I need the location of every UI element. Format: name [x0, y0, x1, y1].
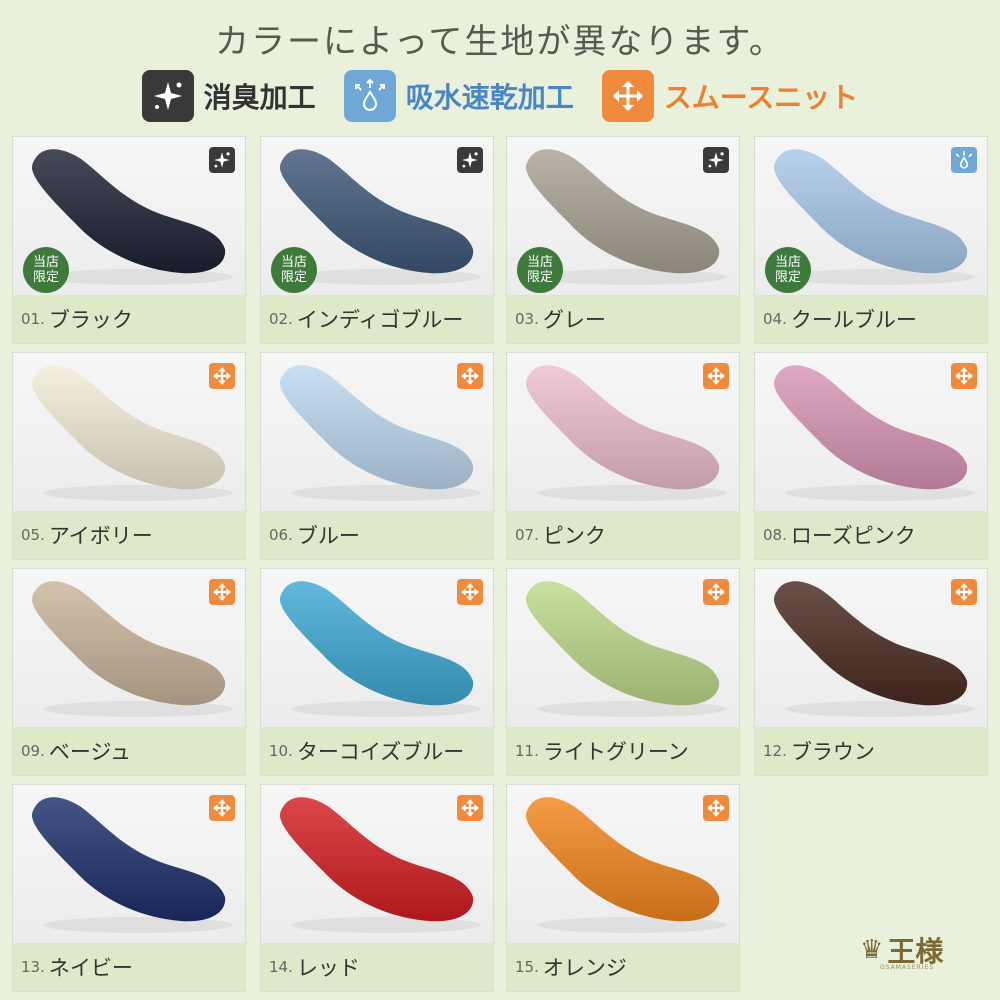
color-number: 10. [269, 742, 293, 760]
four-way-arrows-icon [209, 363, 235, 389]
sparkle-icon [703, 147, 729, 173]
color-card[interactable]: 08. ローズピンク [754, 352, 988, 560]
color-name: クールブルー [790, 308, 917, 332]
color-name: インディゴブルー [296, 308, 464, 332]
color-number: 05. [21, 526, 45, 544]
shop-exclusive-stamp: 当店 限定 [765, 247, 811, 293]
color-number: 04. [763, 310, 787, 328]
color-name: ピンク [542, 524, 606, 548]
color-name: グレー [542, 308, 606, 332]
four-way-arrows-icon [209, 795, 235, 821]
color-name: ブルー [296, 524, 360, 548]
color-name: ブラック [48, 308, 133, 332]
color-card[interactable]: 09. ベージュ [12, 568, 246, 776]
four-way-arrows-icon [703, 579, 729, 605]
four-way-arrows-icon [457, 795, 483, 821]
color-label: 14. レッド [261, 943, 493, 991]
water-drop-arrows-icon [951, 147, 977, 173]
color-label: 11. ライトグリーン [507, 727, 739, 775]
color-number: 06. [269, 526, 293, 544]
shop-exclusive-stamp: 当店 限定 [23, 247, 69, 293]
color-grid: 当店 限定 01. ブラック 当店 限定 02. インディゴブルー 当店 限定 03. グレー当… [0, 0, 1000, 1000]
shop-exclusive-stamp: 当店 限定 [517, 247, 563, 293]
color-card[interactable]: 12. ブラウン [754, 568, 988, 776]
color-name: オレンジ [542, 956, 627, 980]
color-card[interactable]: 07. ピンク [506, 352, 740, 560]
color-card[interactable]: 当店 限定 01. ブラック [12, 136, 246, 344]
color-name: ライトグリーン [542, 740, 689, 764]
color-name: ネイビー [48, 956, 133, 980]
four-way-arrows-icon [457, 363, 483, 389]
color-number: 02. [269, 310, 293, 328]
color-card[interactable]: 06. ブルー [260, 352, 494, 560]
color-number: 08. [763, 526, 787, 544]
color-name: アイボリー [48, 524, 153, 548]
four-way-arrows-icon [457, 579, 483, 605]
color-label: 04. クールブルー [755, 295, 987, 343]
color-name: レッド [296, 956, 360, 980]
color-label: 09. ベージュ [13, 727, 245, 775]
color-card[interactable]: 15. オレンジ [506, 784, 740, 992]
color-label: 15. オレンジ [507, 943, 739, 991]
color-card[interactable]: 当店 限定 02. インディゴブルー [260, 136, 494, 344]
color-card[interactable]: 14. レッド [260, 784, 494, 992]
color-card[interactable]: 10. ターコイズブルー [260, 568, 494, 776]
sparkle-icon [209, 147, 235, 173]
four-way-arrows-icon [703, 795, 729, 821]
color-number: 03. [515, 310, 539, 328]
color-label: 13. ネイビー [13, 943, 245, 991]
color-number: 01. [21, 310, 45, 328]
color-label: 05. アイボリー [13, 511, 245, 559]
color-number: 13. [21, 958, 45, 976]
color-card[interactable]: 当店 限定 04. クールブルー [754, 136, 988, 344]
color-name: ターコイズブルー [296, 740, 465, 764]
color-name: ローズピンク [790, 524, 916, 548]
color-card[interactable]: 13. ネイビー [12, 784, 246, 992]
color-card[interactable]: 当店 限定 03. グレー [506, 136, 740, 344]
brand-logo: ♛ 王様 OSAMASERIES [860, 930, 943, 971]
crown-icon: ♛ [860, 935, 884, 965]
color-name: ベージュ [48, 740, 131, 764]
color-label: 03. グレー [507, 295, 739, 343]
color-label: 08. ローズピンク [755, 511, 987, 559]
color-number: 14. [269, 958, 293, 976]
four-way-arrows-icon [209, 579, 235, 605]
four-way-arrows-icon [703, 363, 729, 389]
four-way-arrows-icon [951, 579, 977, 605]
color-label: 12. ブラウン [755, 727, 987, 775]
color-card[interactable]: 11. ライトグリーン [506, 568, 740, 776]
color-label: 07. ピンク [507, 511, 739, 559]
color-name: ブラウン [790, 740, 875, 764]
color-number: 12. [763, 742, 787, 760]
color-label: 10. ターコイズブルー [261, 727, 493, 775]
brand-sub: OSAMASERIES [880, 964, 935, 971]
color-number: 11. [515, 742, 539, 760]
sparkle-icon [457, 147, 483, 173]
color-number: 15. [515, 958, 539, 976]
shop-exclusive-stamp: 当店 限定 [271, 247, 317, 293]
color-label: 02. インディゴブルー [261, 295, 493, 343]
four-way-arrows-icon [951, 363, 977, 389]
color-card[interactable]: 05. アイボリー [12, 352, 246, 560]
color-label: 01. ブラック [13, 295, 245, 343]
color-label: 06. ブルー [261, 511, 493, 559]
color-number: 09. [21, 742, 45, 760]
color-number: 07. [515, 526, 539, 544]
